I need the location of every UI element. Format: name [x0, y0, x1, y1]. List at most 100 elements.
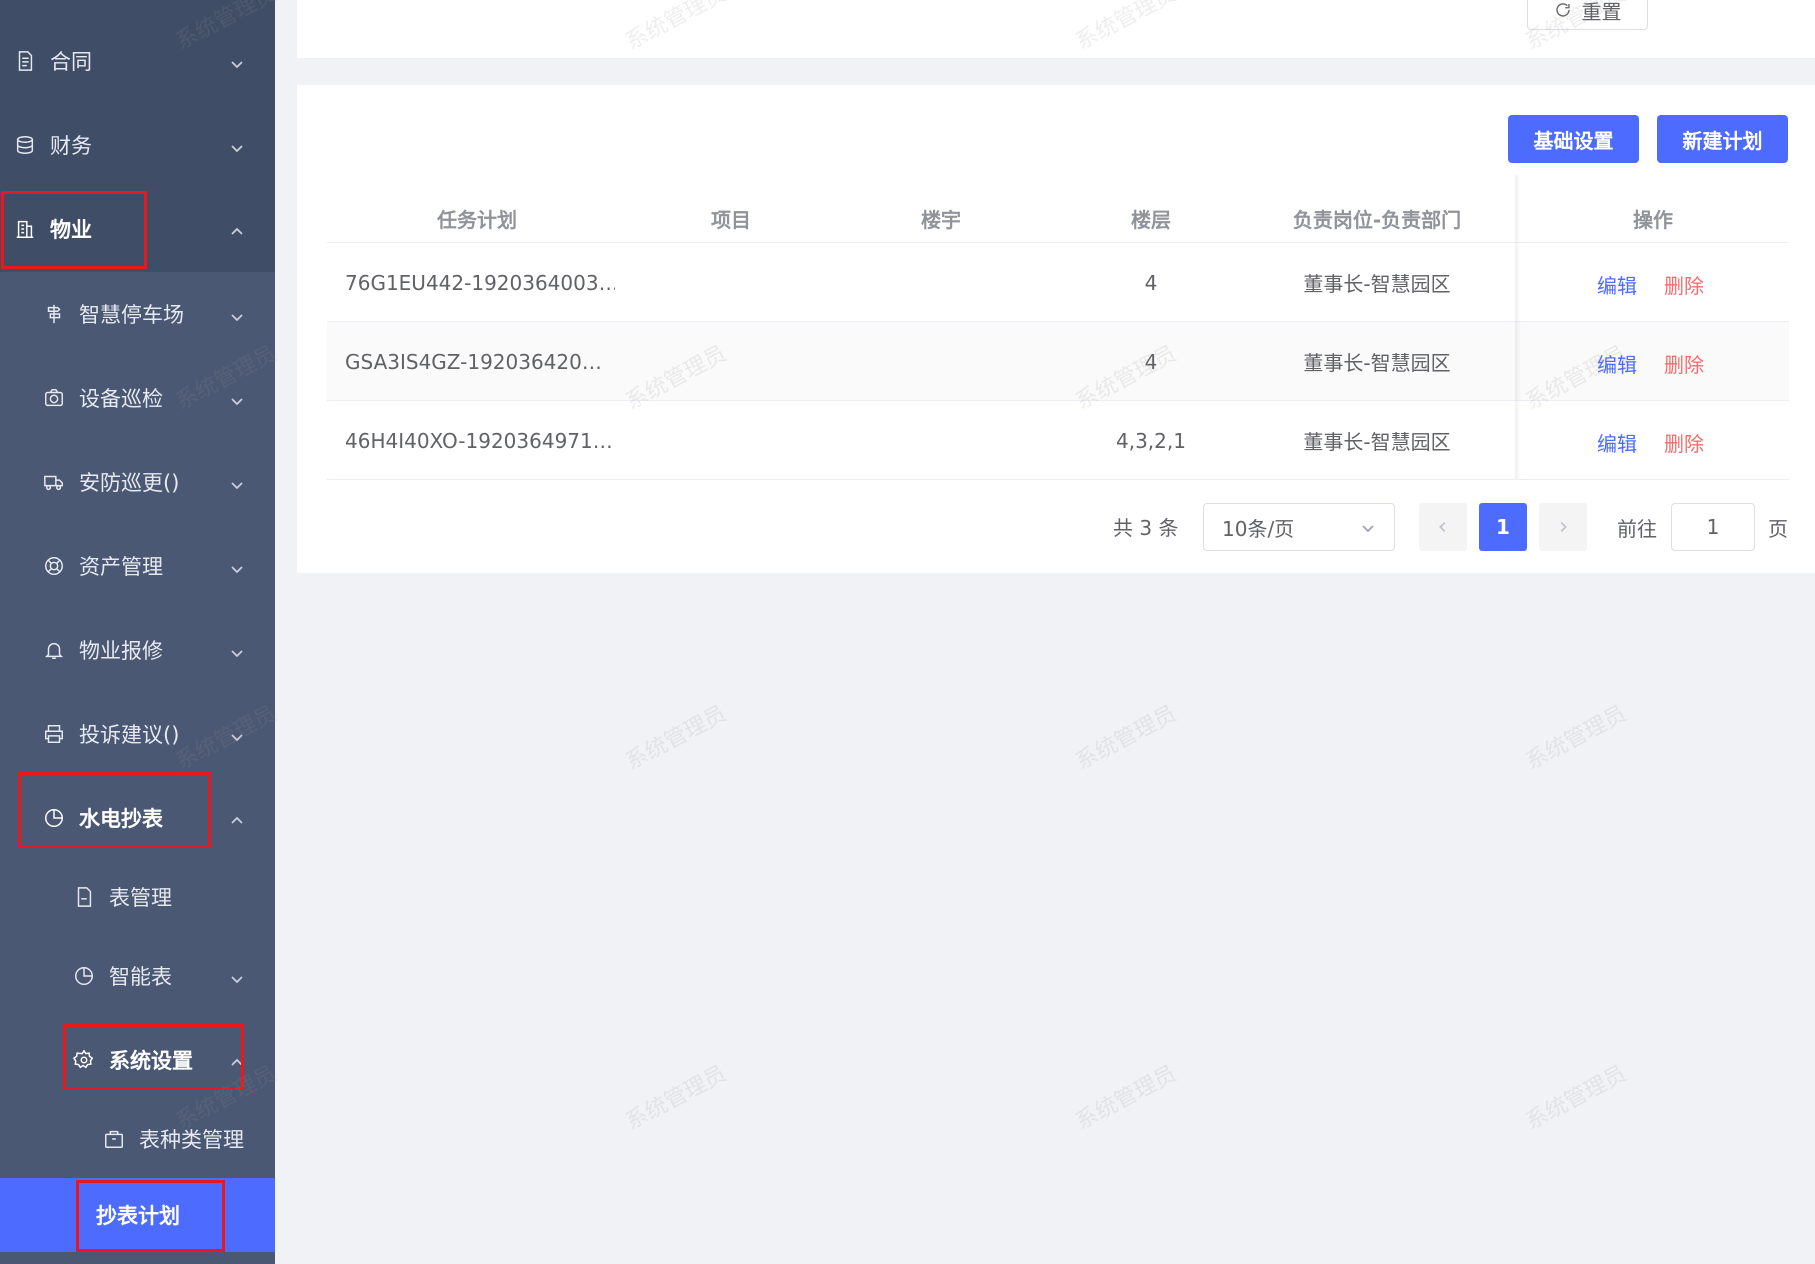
chevron-left-icon — [1439, 522, 1446, 532]
sidebar-item-meter-type-management[interactable]: 表种类管理 — [0, 1104, 275, 1174]
edit-link[interactable]: 编辑 — [1597, 349, 1637, 378]
cell-dept: 董事长-智慧园区 — [1303, 272, 1451, 296]
sidebar-item-security-patrol[interactable]: 安防巡更() — [0, 447, 275, 517]
pie-chart-icon — [43, 807, 65, 829]
chevron-down-icon — [229, 390, 245, 406]
sidebar-item-label: 表种类管理 — [139, 1128, 244, 1152]
chevron-down-icon — [229, 306, 245, 322]
sidebar-item-label: 表管理 — [109, 886, 172, 910]
goto-label: 前往 — [1617, 517, 1657, 541]
document-icon — [14, 50, 36, 72]
column-header-plan: 任务计划 — [437, 207, 517, 232]
building-icon — [14, 218, 36, 240]
chevron-down-icon — [1362, 525, 1374, 533]
page-suffix: 页 — [1768, 517, 1788, 541]
chevron-down-icon — [229, 726, 245, 742]
chevron-down-icon — [229, 474, 245, 490]
box-icon — [103, 1128, 125, 1150]
sidebar-item-label: 安防巡更() — [79, 471, 180, 495]
pagination-total: 共 3 条 — [1113, 516, 1179, 540]
sidebar-item-property[interactable]: 物业 — [0, 194, 275, 264]
sidebar-item-label: 智慧停车场 — [79, 303, 184, 327]
cell-floor: 4,3,2,1 — [1116, 428, 1186, 453]
file-icon — [73, 886, 95, 908]
sidebar-item-label: 资产管理 — [79, 555, 163, 579]
sidebar-item-label: 物业报修 — [79, 639, 163, 663]
delete-link[interactable]: 删除 — [1664, 270, 1704, 299]
basic-settings-button[interactable]: 基础设置 — [1508, 115, 1639, 163]
cell-plan: GSA3IS4GZ-192036420… — [345, 349, 602, 374]
page-number-current[interactable]: 1 — [1479, 503, 1527, 551]
sidebar-item-label: 智能表 — [109, 965, 172, 989]
cell-plan: 76G1EU442-1920364003… — [345, 270, 615, 295]
parking-icon — [43, 303, 65, 325]
goto-page-input[interactable] — [1671, 503, 1755, 551]
sidebar-item-label: 抄表计划 — [96, 1204, 180, 1228]
sidebar-item-asset-management[interactable]: 资产管理 — [0, 531, 275, 601]
chevron-down-icon — [229, 137, 245, 153]
database-icon — [14, 134, 36, 156]
sidebar-item-contract[interactable]: 合同 — [0, 26, 275, 96]
row-divider — [327, 479, 1789, 480]
chevron-down-icon — [229, 642, 245, 658]
sidebar-item-system-settings[interactable]: 系统设置 — [0, 1025, 275, 1095]
cell-dept: 董事长-智慧园区 — [1303, 430, 1451, 454]
chevron-up-icon — [229, 1052, 245, 1068]
watermark: 系统管理员 — [1071, 701, 1181, 776]
cell-floor: 4 — [1144, 270, 1158, 295]
page-size-value: 10条/页 — [1222, 516, 1295, 541]
chevron-right-icon — [1560, 522, 1567, 532]
pie-chart-icon — [73, 965, 95, 987]
delete-link[interactable]: 删除 — [1664, 428, 1704, 457]
chevron-up-icon — [229, 221, 245, 237]
chevron-down-icon — [229, 53, 245, 69]
camera-icon — [43, 387, 65, 409]
sidebar-item-finance[interactable]: 财务 — [0, 110, 275, 180]
reset-button[interactable]: 重置 — [1527, 0, 1648, 30]
cell-dept: 董事长-智慧园区 — [1303, 351, 1451, 375]
gear-icon — [73, 1049, 95, 1071]
sidebar-item-equipment-inspection[interactable]: 设备巡检 — [0, 363, 275, 433]
sidebar-item-label: 系统设置 — [109, 1049, 193, 1073]
sidebar-item-complaints[interactable]: 投诉建议() — [0, 699, 275, 769]
sidebar-item-meter-reading-plan[interactable]: 抄表计划 — [0, 1178, 275, 1252]
cell-floor: 4 — [1144, 349, 1158, 374]
watermark: 系统管理员 — [1521, 701, 1631, 776]
prev-page-button[interactable] — [1419, 503, 1467, 551]
sidebar-item-meter-management[interactable]: 表管理 — [0, 862, 275, 932]
chevron-up-icon — [229, 810, 245, 826]
lifebuoy-icon — [43, 555, 65, 577]
watermark: 系统管理员 — [621, 701, 731, 776]
truck-icon — [43, 471, 65, 493]
sidebar-item-label: 合同 — [50, 50, 92, 74]
sidebar-item-label: 物业 — [50, 218, 92, 242]
edit-link[interactable]: 编辑 — [1597, 270, 1637, 299]
sidebar-item-label: 水电抄表 — [79, 807, 163, 831]
sidebar-item-label: 设备巡检 — [79, 387, 163, 411]
watermark: 系统管理员 — [1521, 1061, 1631, 1136]
chevron-down-icon — [229, 558, 245, 574]
sidebar: 合同 财务 物业 智慧停车场 设备巡检 安防巡更() 资产管理 物业报修 投诉建… — [0, 0, 275, 1264]
chevron-down-icon — [229, 968, 245, 984]
refresh-icon — [1555, 3, 1570, 17]
column-header-floor: 楼层 — [1131, 207, 1171, 232]
column-header-project: 项目 — [711, 207, 751, 232]
reset-button-label: 重置 — [1581, 0, 1622, 24]
edit-link[interactable]: 编辑 — [1597, 428, 1637, 457]
sidebar-item-label: 财务 — [50, 134, 92, 158]
new-plan-button[interactable]: 新建计划 — [1657, 115, 1788, 163]
watermark: 系统管理员 — [1071, 1061, 1181, 1136]
column-header-building: 楼宇 — [921, 207, 961, 232]
sidebar-item-smart-meter[interactable]: 智能表 — [0, 941, 275, 1011]
sidebar-item-property-repair[interactable]: 物业报修 — [0, 615, 275, 685]
page-size-select[interactable]: 10条/页 — [1203, 503, 1395, 551]
sidebar-item-label: 投诉建议() — [79, 723, 180, 747]
sidebar-item-smart-parking[interactable]: 智慧停车场 — [0, 279, 275, 349]
sidebar-item-utility-meter[interactable]: 水电抄表 — [0, 783, 275, 853]
next-page-button[interactable] — [1539, 503, 1587, 551]
printer-icon — [43, 723, 65, 745]
watermark: 系统管理员 — [621, 1061, 731, 1136]
fixed-column-shadow — [1515, 175, 1521, 479]
cell-plan: 46H4I40XO-1920364971… — [345, 428, 613, 453]
delete-link[interactable]: 删除 — [1664, 349, 1704, 378]
